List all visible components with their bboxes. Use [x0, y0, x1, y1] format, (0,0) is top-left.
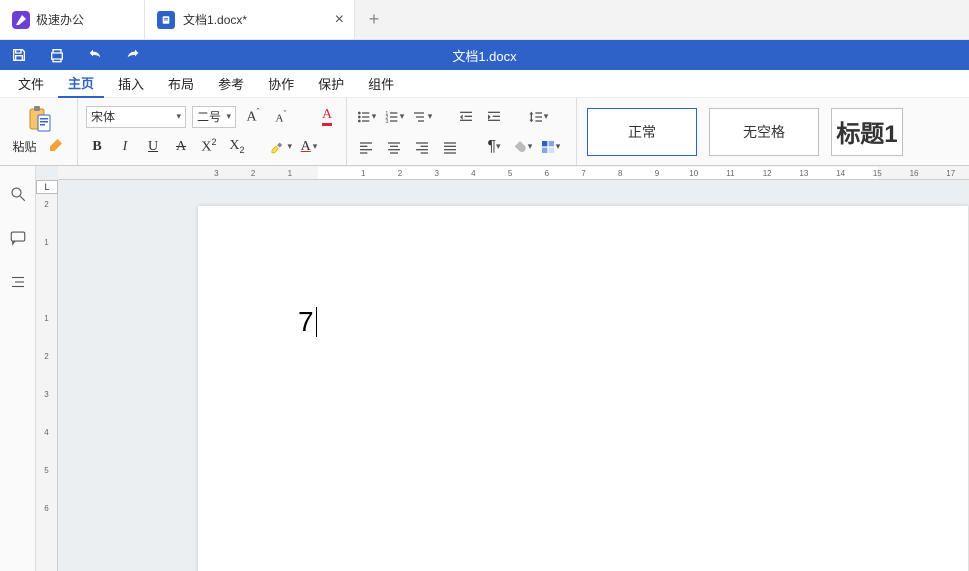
horizontal-ruler[interactable]: 3211234567891011121314151617 [58, 166, 969, 180]
bold-button[interactable]: B [86, 136, 108, 158]
doc-icon [157, 11, 175, 29]
align-center-button[interactable] [383, 136, 405, 158]
new-tab-button[interactable]: + [355, 0, 393, 39]
style-normal[interactable]: 正常 [587, 108, 697, 156]
document-content[interactable]: 7 [298, 306, 317, 338]
paragraph-group: ▾ 123▾ ▾ ▾ ¶▾ ▾ ▾ [347, 98, 577, 165]
title-tab-strip: 极速办公 文档1.docx* × + [0, 0, 969, 40]
align-right-button[interactable] [411, 136, 433, 158]
svg-text:3: 3 [385, 119, 388, 125]
clipboard-group: 粘贴 [0, 98, 78, 165]
comments-button[interactable] [8, 228, 28, 248]
paste-label[interactable]: 粘贴 [12, 138, 36, 155]
style-heading1[interactable]: 标题1 [831, 108, 903, 156]
menu-组件[interactable]: 组件 [358, 70, 404, 97]
document-tab[interactable]: 文档1.docx* × [145, 0, 355, 39]
format-painter-button[interactable] [47, 136, 65, 157]
vertical-ruler[interactable]: L 21123456 [36, 180, 58, 571]
font-color-button[interactable]: A [316, 106, 338, 128]
underline-button[interactable]: U [142, 136, 164, 158]
menu-参考[interactable]: 参考 [208, 70, 254, 97]
text-cursor [316, 307, 317, 337]
save-button[interactable] [0, 40, 38, 70]
align-justify-button[interactable] [439, 136, 461, 158]
numbering-button[interactable]: 123▾ [383, 106, 405, 128]
undo-button[interactable] [76, 40, 114, 70]
print-button[interactable] [38, 40, 76, 70]
workspace: 3211234567891011121314151617 L 21123456 … [0, 166, 969, 571]
multilevel-list-button[interactable]: ▾ [411, 106, 433, 128]
superscript-button[interactable]: X2 [198, 136, 220, 158]
styles-group: 正常 无空格 标题1 [577, 98, 969, 165]
font-group: 宋体▾ 二号▾ Aˆ Aˇ A B I U A X2 X2 ▾ A▾ [78, 98, 347, 165]
menu-插入[interactable]: 插入 [108, 70, 154, 97]
document-tab-title: 文档1.docx* [183, 11, 247, 28]
menu-布局[interactable]: 布局 [158, 70, 204, 97]
pilcrow-button[interactable]: ¶▾ [483, 136, 505, 158]
ruler-corner: L [36, 180, 58, 194]
search-button[interactable] [8, 184, 28, 204]
menu-bar: 文件主页插入布局参考协作保护组件 [0, 70, 969, 98]
ribbon: 粘贴 宋体▾ 二号▾ Aˆ Aˇ A B I U A X2 X2 ▾ A▾ ▾ … [0, 98, 969, 166]
menu-文件[interactable]: 文件 [8, 70, 54, 97]
menu-主页[interactable]: 主页 [58, 69, 104, 98]
indent-button[interactable] [483, 106, 505, 128]
grow-font-button[interactable]: Aˆ [242, 106, 264, 128]
outdent-button[interactable] [455, 106, 477, 128]
page[interactable]: 7 [198, 206, 968, 571]
menu-协作[interactable]: 协作 [258, 70, 304, 97]
bullets-button[interactable]: ▾ [355, 106, 377, 128]
shading-button[interactable]: ▾ [511, 136, 533, 158]
style-nospace[interactable]: 无空格 [709, 108, 819, 156]
app-name: 极速办公 [36, 11, 84, 28]
italic-button[interactable]: I [114, 136, 136, 158]
highlight-button[interactable]: ▾ [270, 136, 292, 158]
strikethrough-button[interactable]: A [170, 136, 192, 158]
font-name-select[interactable]: 宋体▾ [86, 106, 186, 128]
app-tab[interactable]: 极速办公 [0, 0, 145, 39]
text-color-button[interactable]: A▾ [298, 136, 320, 158]
align-left-button[interactable] [355, 136, 377, 158]
paste-icon[interactable] [25, 104, 53, 134]
quick-access-bar: 文档1.docx [0, 40, 969, 70]
left-sidebar [0, 166, 36, 571]
shrink-font-button[interactable]: Aˇ [270, 106, 292, 128]
line-spacing-button[interactable]: ▾ [527, 106, 549, 128]
subscript-button[interactable]: X2 [226, 136, 248, 158]
font-size-select[interactable]: 二号▾ [192, 106, 236, 128]
document-area: 3211234567891011121314151617 L 21123456 … [36, 166, 969, 571]
menu-保护[interactable]: 保护 [308, 70, 354, 97]
close-tab-button[interactable]: × [335, 12, 344, 28]
outline-button[interactable] [8, 272, 28, 292]
borders-button[interactable]: ▾ [539, 136, 561, 158]
redo-button[interactable] [114, 40, 152, 70]
app-icon [12, 11, 30, 29]
